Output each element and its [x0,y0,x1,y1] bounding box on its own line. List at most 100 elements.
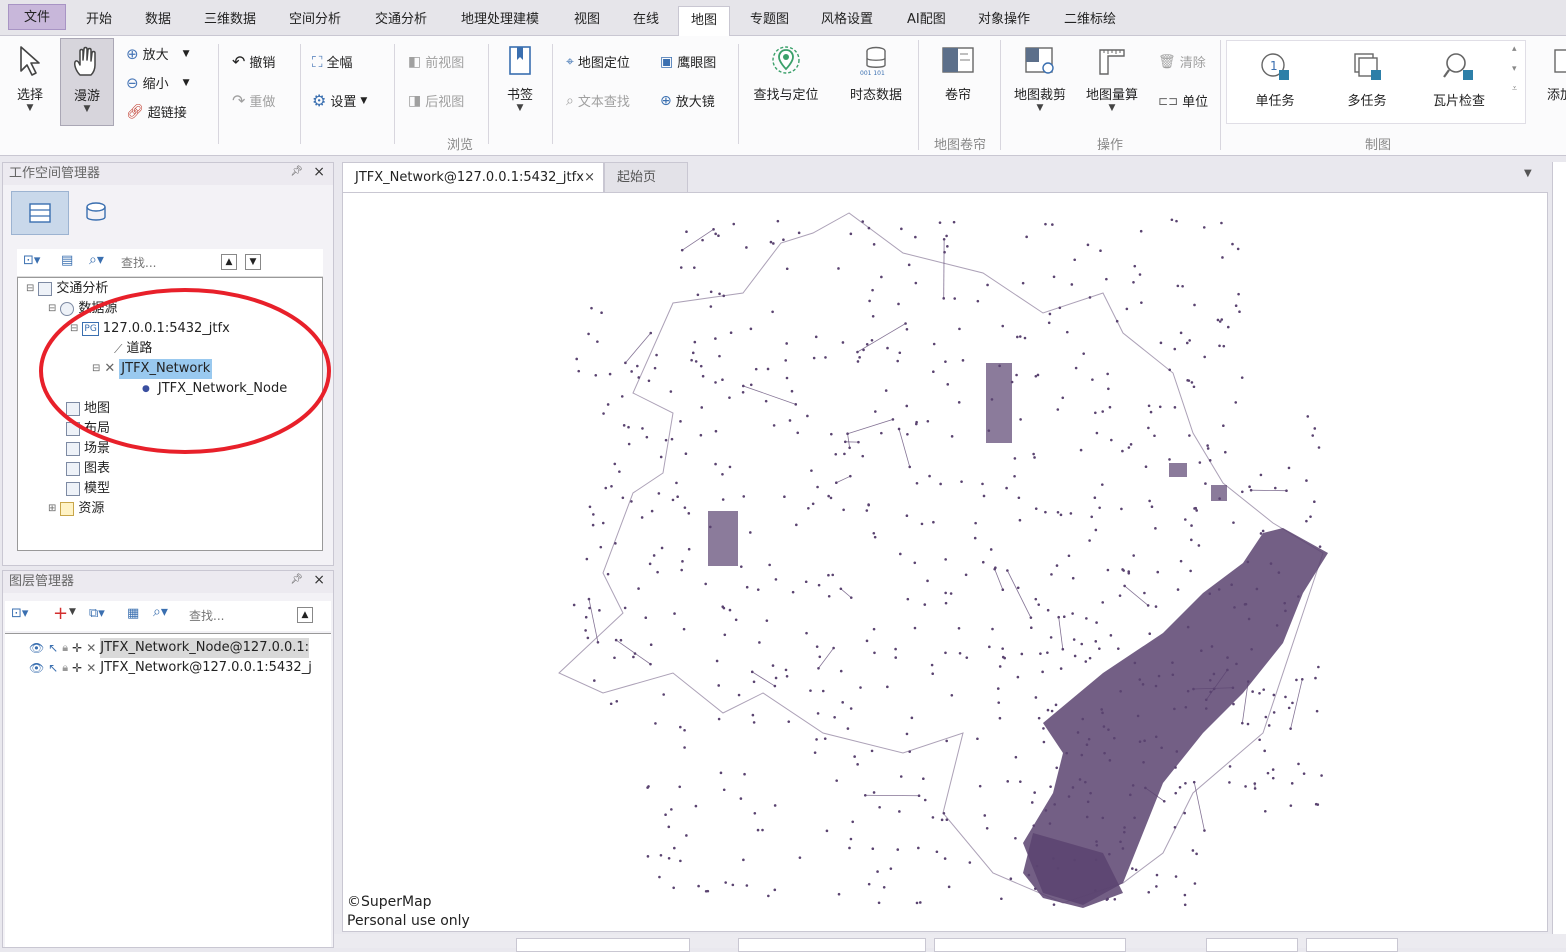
layer-search-input[interactable] [189,606,279,626]
close-icon[interactable]: × [313,164,325,180]
chevron-down-icon[interactable]: ▼ [69,607,76,617]
unit-button[interactable]: ⊏⊐单位 [1158,91,1208,110]
network-node [939,221,942,224]
workspace-tab[interactable] [11,191,69,235]
temporal-data-button[interactable]: 001 101 时态数据 [838,44,914,103]
full-extent-button[interactable]: ⛶全幅 [312,52,353,71]
menu-3d-data[interactable]: 三维数据 [192,6,268,34]
network-node [951,435,954,438]
bookmark-button[interactable]: 书签 ▼ [498,44,542,113]
menu-style[interactable]: 风格设置 [809,6,885,34]
move-up-icon[interactable]: ▲ [221,254,237,270]
tree-node-charts[interactable]: 图表 [66,459,110,479]
close-icon[interactable]: × [584,163,595,193]
network-node [991,628,994,631]
map-clip-button[interactable]: 地图裁剪 ▼ [1008,44,1072,113]
find-locate-button[interactable]: 查找与定位 [748,44,824,103]
tree-node-models[interactable]: 模型 [66,479,110,499]
menu-spatial-analysis[interactable]: 空间分析 [277,6,353,34]
undo-button[interactable]: ↶撤销 [232,52,275,71]
snap-icon[interactable]: ✛ [72,658,82,678]
network-node [1128,446,1131,449]
add-layer-icon[interactable]: + [53,603,68,624]
next-view-button[interactable]: ◨后视图 [408,91,464,110]
map-locate-button[interactable]: ⌖地图定位 [566,52,630,71]
network-node [684,506,687,509]
open-icon[interactable]: ⊡▾ [23,253,40,268]
text-search-button[interactable]: ⌕文本查找 [566,91,630,110]
lock-icon[interactable]: 🔒︎ [62,638,68,658]
redo-button[interactable]: ↷重做 [232,91,275,110]
multi-task-button[interactable]: 多任务 [1332,50,1402,109]
settings-button[interactable]: ⚙设置▼ [312,91,367,110]
menu-data[interactable]: 数据 [133,6,183,34]
network-node [1265,716,1268,719]
svg-text:001 101: 001 101 [860,70,885,77]
eye-icon[interactable]: 👁︎ [29,658,44,678]
zoom-in-button[interactable]: ⊕放大▼ [126,44,190,63]
swipe-button[interactable]: 卷帘 [930,44,986,103]
network-node [1073,638,1076,641]
selectable-icon[interactable]: ↖ [48,658,58,678]
move-down-icon[interactable]: ▼ [245,254,261,270]
tab-list-chevron-icon[interactable]: ▼ [1524,168,1532,179]
tab-start-page[interactable]: 起始页 [604,162,688,192]
pin-icon[interactable]: 📌︎ [290,166,303,177]
menu-traffic-analysis[interactable]: 交通分析 [363,6,439,34]
close-icon[interactable]: × [313,572,325,588]
single-task-button[interactable]: 1 单任务 [1240,50,1310,109]
menu-object-ops[interactable]: 对象操作 [966,6,1042,34]
layer-properties-icon[interactable]: ▦ [127,606,139,621]
layer-row[interactable]: 👁︎ ↖ 🔒︎ ✛ ✕ JTFX_Network@127.0.0.1:5432_… [29,658,312,678]
map-measure-button[interactable]: 地图量算 ▼ [1080,44,1144,113]
network-node [1273,711,1276,714]
magnifier-button[interactable]: ⊕放大镜 [660,91,715,110]
network-node [1153,434,1156,437]
search-icon[interactable]: ⌕▾ [153,604,168,620]
prev-view-button[interactable]: ◧前视图 [408,52,464,71]
menu-online[interactable]: 在线 [621,6,671,34]
network-node [723,634,726,637]
layer-row[interactable]: 👁︎ ↖ 🔒︎ ✛ ✕ JTFX_Network_Node@127.0.0.1: [29,638,309,658]
hyperlink-button[interactable]: 🔗︎超链接 [126,102,187,121]
clear-button[interactable]: 🗑︎清除 [1158,52,1206,71]
tab-map-document[interactable]: JTFX_Network@127.0.0.1:5432_jtfx × [342,162,604,192]
lock-icon[interactable]: 🔒︎ [62,658,68,678]
datasource-tab[interactable] [81,197,111,231]
search-icon[interactable]: ⌕▾ [89,252,104,268]
menu-file[interactable]: 文件 [8,4,66,30]
undo-icon: ↶ [232,52,245,71]
snap-icon[interactable]: ✛ [72,638,82,658]
map-view[interactable]: ©SuperMap Personal use only [342,192,1548,932]
workspace-search-input[interactable] [121,253,211,273]
zoom-out-button[interactable]: ⊖缩小▼ [126,73,190,92]
move-up-icon[interactable]: ▲ [297,607,313,623]
menu-map[interactable]: 地图 [678,6,730,37]
new-layer-icon[interactable]: ⊡▾ [11,606,28,621]
right-collapsed-panel[interactable] [1552,162,1566,934]
pan-button[interactable]: 漫游 ▼ [60,38,114,126]
menu-geoprocessing[interactable]: 地理处理建模 [449,6,551,34]
save-icon[interactable]: ▤ [61,253,73,268]
menu-start[interactable]: 开始 [74,6,124,34]
select-button[interactable]: 选择 ▼ [8,44,52,113]
network-node [828,595,831,598]
eye-icon[interactable]: 👁︎ [29,638,44,658]
copy-layer-icon[interactable]: ⧉▾ [89,606,105,621]
road-segment [589,599,598,642]
road-segment [836,476,850,483]
network-node [1057,616,1060,619]
pin-icon[interactable]: 📌︎ [290,574,303,585]
selectable-icon[interactable]: ↖ [48,638,58,658]
network-node [623,424,626,427]
network-node [842,508,845,511]
tile-check-button[interactable]: 瓦片检查 [1424,50,1494,109]
menu-view[interactable]: 视图 [562,6,612,34]
gallery-scroll-icon[interactable]: ▴▾⩡ [1512,44,1517,94]
eagle-eye-button[interactable]: ▣鹰眼图 [660,52,716,71]
menu-plotting[interactable]: 二维标绘 [1052,6,1128,34]
menu-ai-mapping[interactable]: AI配图 [895,6,958,34]
add-button[interactable]: 添加 [1540,44,1566,103]
menu-thematic[interactable]: 专题图 [738,6,801,34]
tree-node-resources[interactable]: ⊞资源 [48,499,104,519]
